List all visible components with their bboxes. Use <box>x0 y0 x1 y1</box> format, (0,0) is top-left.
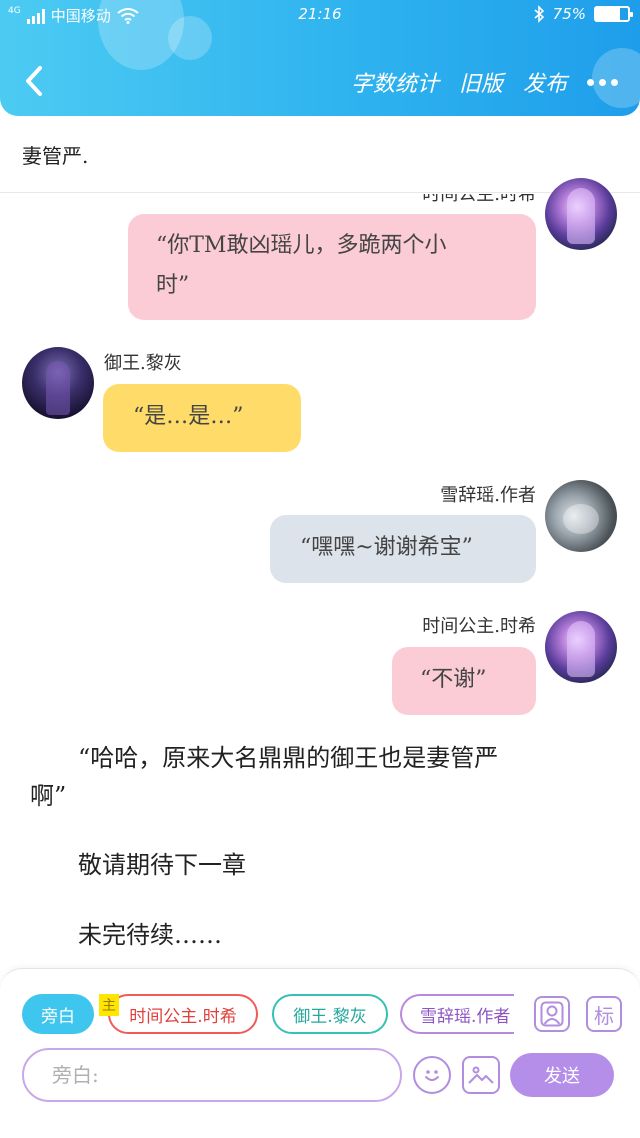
message-text: “不谢” <box>420 667 487 692</box>
nav-bar: 字数统计 旧版 发布 <box>0 58 640 104</box>
more-icon <box>587 78 594 86</box>
speaker-name: 御王.黎灰 <box>104 353 182 374</box>
old-version-button[interactable]: 旧版 <box>459 66 503 98</box>
image-button[interactable] <box>462 1056 500 1094</box>
narration-line: 未完待续…… <box>78 921 222 949</box>
speaker-name: 时间公主.时希 <box>422 184 536 205</box>
person-icon <box>540 1001 564 1027</box>
status-bar: 4G 中国移动 21:16 75% <box>0 0 640 32</box>
chip-narration[interactable]: 旁白 <box>22 994 94 1034</box>
message-bubble[interactable]: “不谢” <box>392 647 536 715</box>
role-manage-button[interactable] <box>534 996 570 1032</box>
message-input[interactable] <box>24 1050 400 1100</box>
back-button[interactable] <box>20 64 50 98</box>
bluetooth-icon <box>534 5 544 23</box>
message-text: “嘿嘿~谢谢希宝” <box>300 535 473 560</box>
message-text-line: “你TM敢凶瑶儿，多跪两个小 <box>156 233 447 258</box>
narration-line: 敬请期待下一章 <box>78 851 246 879</box>
bottom-area <box>0 1108 640 1138</box>
emoji-button[interactable] <box>413 1056 451 1094</box>
message-bubble[interactable]: “嘿嘿~谢谢希宝” <box>270 515 536 583</box>
message-bubble[interactable]: “你TM敢凶瑶儿，多跪两个小 时” <box>128 214 536 320</box>
image-icon <box>468 1066 494 1084</box>
publish-button[interactable]: 发布 <box>523 66 567 98</box>
message-bubble[interactable]: “是…是…” <box>103 384 301 452</box>
narration-line: 啊” <box>30 782 67 810</box>
avatar[interactable] <box>545 480 617 552</box>
chip-lord[interactable]: 御王.黎灰 <box>272 994 388 1034</box>
send-button[interactable]: 发送 <box>510 1053 614 1097</box>
avatar[interactable] <box>22 347 94 419</box>
app-header: 4G 中国移动 21:16 75% 字数统计 旧版 发布 <box>0 0 640 116</box>
nav-actions: 字数统计 旧版 发布 <box>351 66 618 98</box>
speaker-name: 时间公主.时希 <box>422 616 536 637</box>
speaker-name: 雪辞瑶.作者 <box>440 485 536 506</box>
more-button[interactable] <box>587 70 618 94</box>
divider <box>0 192 640 193</box>
chip-time-princess[interactable]: 时间公主.时希 <box>108 994 258 1034</box>
message-text: “是…是…” <box>133 404 244 429</box>
battery-icon <box>594 6 633 22</box>
narration-line: “哈哈，原来大名鼎鼎的御王也是妻管严 <box>78 744 499 772</box>
story-first-line: 妻管严. <box>22 144 89 168</box>
word-count-button[interactable]: 字数统计 <box>351 66 439 98</box>
avatar[interactable] <box>545 178 617 250</box>
battery-percent: 75% <box>552 5 586 23</box>
avatar[interactable] <box>545 611 617 683</box>
status-right: 75% <box>533 5 633 23</box>
chevron-left-icon <box>26 66 42 96</box>
message-input-box <box>22 1048 402 1102</box>
chip-author[interactable]: 雪辞瑶.作者 <box>400 994 514 1034</box>
battery-level <box>596 8 620 20</box>
main-role-tag: 主 <box>99 994 119 1016</box>
smiley-icon <box>425 1070 439 1081</box>
mark-button[interactable]: 标 <box>586 996 622 1032</box>
message-text-line: 时” <box>156 273 190 298</box>
